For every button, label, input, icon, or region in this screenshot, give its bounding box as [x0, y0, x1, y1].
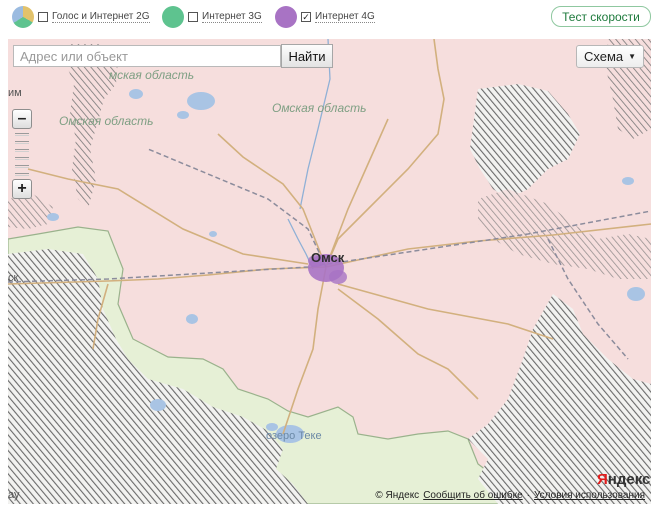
map-type-selector[interactable]: Схема ▼: [576, 45, 644, 68]
zoom-tick: [15, 165, 29, 168]
legend-3g[interactable]: Интернет 3G: [162, 6, 262, 28]
edge-label: ск: [8, 272, 19, 284]
lake-label: озеро Теке: [266, 430, 322, 442]
checkbox-3g[interactable]: [188, 12, 198, 22]
edge-label: ау: [8, 489, 20, 501]
zoom-tick: [15, 141, 29, 144]
zoom-out-button[interactable]: –: [12, 109, 32, 129]
terms-link[interactable]: Условия использования: [534, 490, 645, 501]
footer-separator: ·: [526, 490, 530, 501]
zoom-tick: [15, 133, 29, 136]
copyright-text: © Яндекс: [375, 490, 420, 501]
checkbox-4g[interactable]: ✓: [301, 12, 311, 22]
map-footer: © Яндекс Сообщить об ошибке · Условия ис…: [375, 490, 645, 501]
zoom-tick: [15, 149, 29, 152]
zoom-tick: [15, 173, 29, 176]
dropdown-arrow-icon: ▼: [628, 52, 637, 61]
checkbox-2g[interactable]: [38, 12, 48, 22]
report-error-link[interactable]: Сообщить об ошибке: [423, 490, 522, 501]
map-search-input[interactable]: [13, 45, 281, 67]
coverage-toolbar: Голос и Интернет 2G Интернет 3G ✓ Интерн…: [0, 0, 659, 36]
zoom-slider[interactable]: [12, 129, 32, 179]
legend-2g[interactable]: Голос и Интернет 2G: [12, 6, 150, 28]
region-label: мская область: [109, 68, 195, 82]
coverage-map[interactable]: Найти Схема ▼ – + мская область Омская о…: [8, 39, 651, 504]
find-button[interactable]: Найти: [281, 44, 333, 68]
voice-2g-icon: [12, 6, 34, 28]
legend-label-2g[interactable]: Голос и Интернет 2G: [52, 11, 150, 23]
edge-label: им: [8, 87, 22, 99]
city-label-omsk: Омск: [311, 250, 345, 265]
legend-4g[interactable]: ✓ Интернет 4G: [275, 6, 375, 28]
map-type-label: Схема: [583, 49, 624, 64]
zoom-tick: [15, 157, 29, 160]
yandex-logo: Яндекс: [597, 471, 651, 488]
internet-3g-icon: [162, 6, 184, 28]
speed-test-button[interactable]: Тест скорости: [551, 6, 651, 27]
region-label: Омская область: [59, 114, 154, 128]
legend-label-3g[interactable]: Интернет 3G: [202, 11, 262, 23]
legend-label-4g[interactable]: Интернет 4G: [315, 11, 375, 23]
internet-4g-icon: [275, 6, 297, 28]
region-label: Омская область: [272, 101, 367, 115]
zoom-in-button[interactable]: +: [12, 179, 32, 199]
zoom-control: – +: [12, 109, 32, 199]
